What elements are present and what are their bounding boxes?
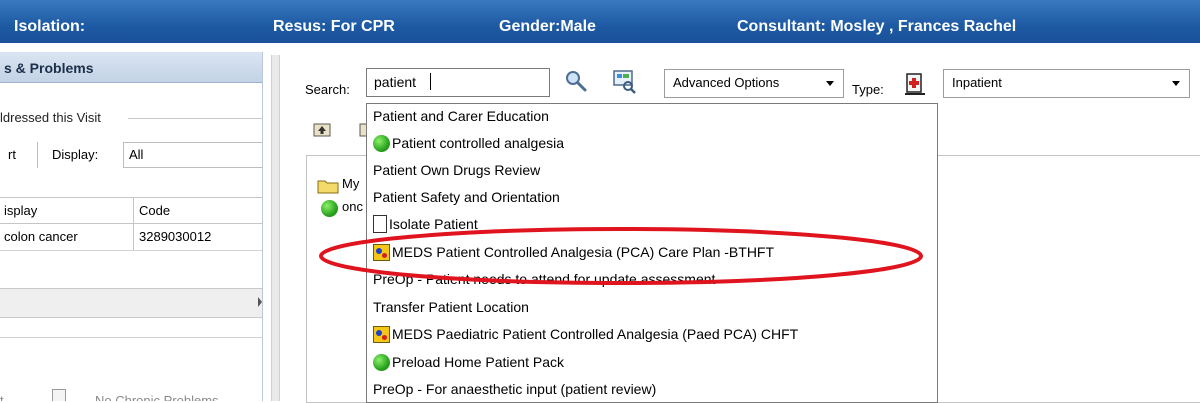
chronic-problems-icon[interactable] <box>52 389 66 401</box>
chronic-problems-row: t No Chronic Problems <box>0 387 262 401</box>
list-item[interactable]: PreOp - For anaesthetic input (patient r… <box>373 381 657 402</box>
list-item[interactable]: MEDS Paediatric Patient Controlled Analg… <box>373 325 799 348</box>
list-item[interactable]: Patient and Carer Education <box>373 108 549 130</box>
hospital-bed-icon <box>905 73 925 95</box>
list-item-label: Patient controlled analgesia <box>392 135 565 151</box>
problems-toolbar: rt Display: All <box>0 137 262 173</box>
display-select-value: All <box>129 147 144 162</box>
text-caret <box>430 73 431 90</box>
section-divider <box>0 337 262 338</box>
folder-icon[interactable] <box>317 178 339 194</box>
table-row[interactable]: colon cancer 3289030012 <box>0 224 262 251</box>
chevron-down-icon <box>1172 81 1180 86</box>
list-item-label: Transfer Patient Location <box>373 299 529 315</box>
green-circle-icon <box>373 353 390 371</box>
addressed-this-visit-label: ldressed this Visit <box>0 110 101 125</box>
search-label: Search: <box>305 82 350 97</box>
column-separator <box>133 198 134 223</box>
list-item[interactable]: Patient Own Drugs Review <box>373 162 540 184</box>
table-header: isplay Code <box>0 197 262 224</box>
problem-name-cell: colon cancer <box>4 229 78 244</box>
green-circle-icon <box>373 134 390 152</box>
type-select-value: Inpatient <box>952 75 1002 90</box>
list-item[interactable]: Patient controlled analgesia <box>373 134 565 157</box>
tree-item-label[interactable]: onc <box>342 199 363 214</box>
document-icon <box>373 215 387 234</box>
list-item-label: Isolate Patient <box>389 216 478 232</box>
tree-folder-label[interactable]: My <box>342 176 359 191</box>
display-select[interactable]: All <box>123 142 262 168</box>
list-item-label: PreOp - Patient needs to attend for upda… <box>373 271 716 287</box>
gender-label: Gender:Male <box>499 18 596 35</box>
list-item[interactable]: Isolate Patient <box>373 215 478 238</box>
list-item-label: Preload Home Patient Pack <box>392 354 564 370</box>
list-item-label: Patient Safety and Orientation <box>373 189 560 205</box>
column-separator <box>133 224 134 250</box>
problems-panel: s & Problems ldressed this Visit rt Disp… <box>0 52 263 401</box>
list-item[interactable]: Patient Safety and Orientation <box>373 189 560 211</box>
type-select[interactable]: Inpatient <box>943 69 1190 98</box>
column-header-display[interactable]: isplay <box>4 203 37 218</box>
advanced-search-icon[interactable] <box>611 68 637 94</box>
isolation-label: Isolation: <box>14 18 86 35</box>
advanced-options-value: Advanced Options <box>673 75 780 90</box>
panel-splitter[interactable] <box>271 55 280 401</box>
meds-icon <box>373 243 390 261</box>
green-circle-icon <box>321 200 338 217</box>
display-label: Display: <box>52 147 99 162</box>
type-label: Type: <box>852 82 884 97</box>
search-input[interactable]: patient <box>366 68 550 97</box>
list-item-label: Patient Own Drugs Review <box>373 162 541 178</box>
resus-status: Resus: For CPR <box>273 18 395 35</box>
toolbar-left-button[interactable]: rt <box>8 147 16 162</box>
search-icon[interactable] <box>563 68 589 94</box>
list-item[interactable]: MEDS Patient Controlled Analgesia (PCA) … <box>373 243 775 266</box>
advanced-options-select[interactable]: Advanced Options <box>664 69 844 98</box>
problems-table: isplay Code colon cancer 3289030012 <box>0 197 262 251</box>
problems-panel-title: s & Problems <box>4 60 94 76</box>
horizontal-scrollbar[interactable] <box>0 288 262 318</box>
list-item-label: PreOp - For anaesthetic input (patient r… <box>373 381 657 397</box>
scroll-right-arrow-icon[interactable] <box>258 297 262 307</box>
problems-panel-header: s & Problems <box>0 52 262 83</box>
column-header-code[interactable]: Code <box>139 203 170 218</box>
list-item-label: Patient and Carer Education <box>373 108 549 124</box>
list-item[interactable]: Transfer Patient Location <box>373 299 529 321</box>
search-results-dropdown: Patient and Carer Education Patient cont… <box>366 103 938 403</box>
folder-up-icon[interactable] <box>313 121 331 137</box>
list-item-label: MEDS Paediatric Patient Controlled Analg… <box>392 326 799 342</box>
consultant-label: Consultant: Mosley , Frances Rachel <box>737 18 1017 35</box>
meds-icon <box>373 325 390 343</box>
search-input-value: patient <box>374 74 417 90</box>
chronic-toolbar-text: t <box>0 393 4 401</box>
list-item[interactable]: Preload Home Patient Pack <box>373 353 564 376</box>
group-divider <box>128 118 262 119</box>
list-item[interactable]: PreOp - Patient needs to attend for upda… <box>373 271 715 293</box>
chronic-problems-label: No Chronic Problems <box>95 393 219 401</box>
chevron-down-icon <box>826 81 834 86</box>
list-item-label: MEDS Patient Controlled Analgesia (PCA) … <box>392 244 775 260</box>
toolbar-separator <box>37 142 38 168</box>
patient-banner: Isolation: Resus: For CPR Gender:Male Co… <box>0 0 1200 43</box>
problem-code-cell: 3289030012 <box>139 229 212 244</box>
